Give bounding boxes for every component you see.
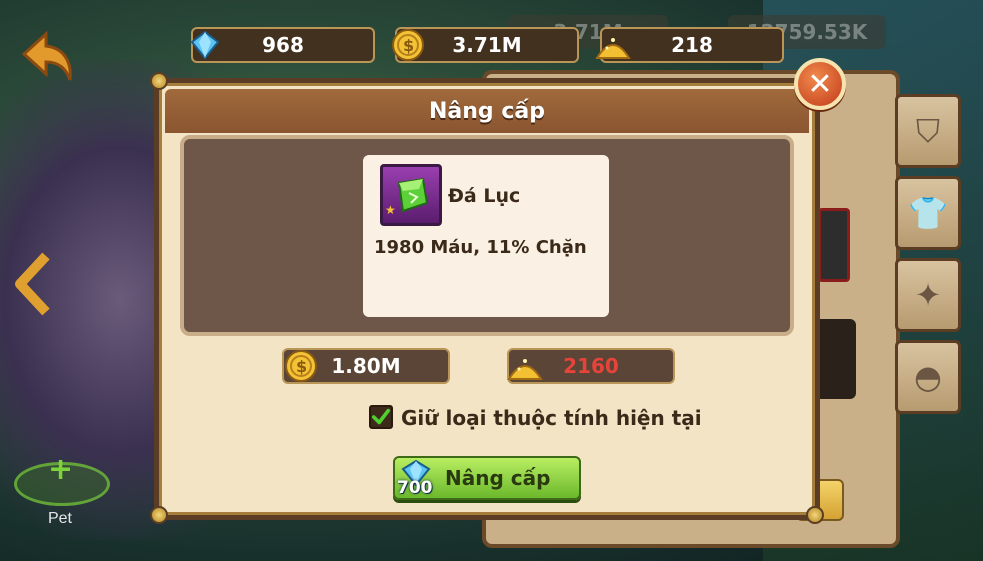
shirt-icon: 👕 <box>908 194 948 232</box>
blue-gem-icon <box>186 26 224 64</box>
keep-attribute-label[interactable]: Giữ loại thuộc tính hiện tại <box>401 406 702 430</box>
back-arrow-icon[interactable] <box>18 30 78 86</box>
add-pet-icon[interactable]: + <box>48 452 73 487</box>
checkmark-icon <box>371 408 391 425</box>
dialog-corner-ornament <box>150 506 168 524</box>
gem-count: 968 <box>262 33 304 57</box>
pet-label: Pet <box>47 510 72 527</box>
hat-icon: ◓ <box>914 358 942 396</box>
gold-count: 3.71M <box>452 33 522 57</box>
gold-coin-icon: $ <box>282 347 320 385</box>
chevron-left-icon[interactable] <box>12 252 52 316</box>
dust-count: 218 <box>671 33 713 57</box>
dust-cost-value: 2160 <box>563 354 619 378</box>
upgrade-button[interactable]: 700 Nâng cấp <box>393 456 581 500</box>
gold-coin-icon: $ <box>389 26 427 64</box>
tab-hat[interactable]: ◓ <box>895 340 961 414</box>
hero-portrait-card[interactable] <box>818 208 850 282</box>
dialog-corner-ornament <box>806 506 824 524</box>
close-icon: ✕ <box>807 66 833 102</box>
star-icon: ★ <box>385 203 396 217</box>
item-stats: 1980 Máu, 11% Chặn <box>374 237 587 258</box>
tab-star[interactable]: ✦ <box>895 258 961 332</box>
dialog-title: Nâng cấp <box>165 89 809 133</box>
gold-cost-value: 1.80M <box>331 354 401 378</box>
dialog-corner-ornament <box>150 72 168 90</box>
gold-dust-icon <box>594 26 632 64</box>
tab-helmet[interactable]: ⛉ <box>895 94 961 168</box>
item-name: Đá Lục <box>448 185 521 207</box>
gold-dust-icon <box>506 347 544 385</box>
star-icon: ✦ <box>914 276 942 314</box>
close-button[interactable]: ✕ <box>794 58 846 110</box>
upgrade-button-label: Nâng cấp <box>445 466 551 490</box>
tab-armor[interactable]: 👕 <box>895 176 961 250</box>
upgrade-gem-cost: 700 <box>397 478 433 498</box>
helmet-icon: ⛉ <box>915 111 940 150</box>
svg-text:$: $ <box>296 357 307 376</box>
keep-attribute-checkbox[interactable] <box>369 405 393 429</box>
svg-text:$: $ <box>403 36 414 55</box>
